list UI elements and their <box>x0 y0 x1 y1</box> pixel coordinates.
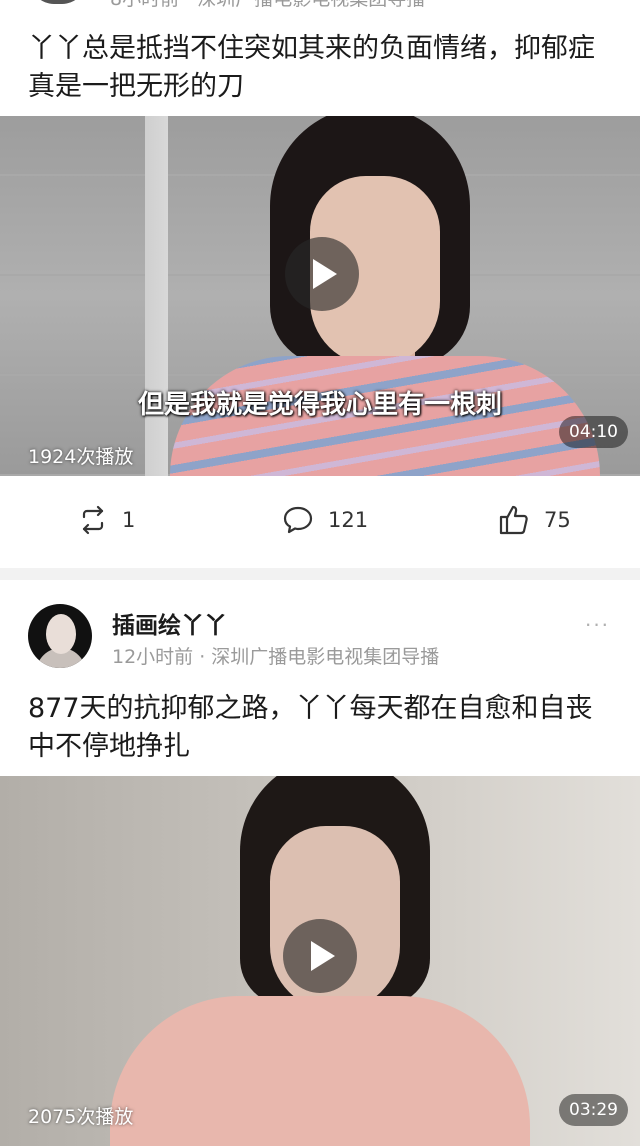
like-count: 75 <box>544 508 571 532</box>
post-meta: 12小时前 · 深圳广播电影电视集团导播 <box>112 646 440 668</box>
video-player[interactable]: 但是我就是觉得我心里有一根刺 1924次播放 04:10 <box>0 116 640 476</box>
post-card: 8小时前 · 深圳广播电影电视集团导播 丫丫总是抵挡不住突如其来的负面情绪，抑郁… <box>0 0 640 568</box>
repost-count: 1 <box>122 508 136 532</box>
author-row: 插画绘丫丫 12小时前 · 深圳广播电影电视集团导播 ··· <box>0 604 640 674</box>
comment-icon <box>283 506 313 534</box>
repost-icon <box>82 505 104 535</box>
action-bar: 1 121 75 <box>0 490 640 550</box>
play-count: 2075次播放 <box>28 1106 134 1128</box>
feed: 8小时前 · 深圳广播电影电视集团导播 丫丫总是抵挡不住突如其来的负面情绪，抑郁… <box>0 0 640 1148</box>
video-duration: 04:10 <box>559 416 628 448</box>
play-button[interactable] <box>283 919 357 993</box>
comment-count: 121 <box>328 508 369 532</box>
like-button[interactable]: 75 <box>498 490 571 550</box>
author-avatar[interactable] <box>30 0 86 4</box>
thumbs-up-icon <box>499 505 528 535</box>
author-name[interactable]: 插画绘丫丫 <box>112 606 227 640</box>
post-title[interactable]: 877天的抗抑郁之路，丫丫每天都在自愈和自丧中不停地挣扎 <box>28 690 612 766</box>
post-title[interactable]: 丫丫总是抵挡不住突如其来的负面情绪，抑郁症真是一把无形的刀 <box>28 30 612 106</box>
more-options-button[interactable]: ··· <box>580 612 614 636</box>
play-button[interactable] <box>285 237 359 311</box>
video-subtitle: 但是我就是觉得我心里有一根刺 <box>137 390 502 420</box>
play-icon <box>311 941 335 971</box>
video-player[interactable]: 2075次播放 03:29 <box>0 776 640 1146</box>
author-avatar[interactable] <box>28 604 92 668</box>
video-duration: 03:29 <box>559 1094 628 1126</box>
comment-button[interactable]: 121 <box>282 490 368 550</box>
post-card: 插画绘丫丫 12小时前 · 深圳广播电影电视集团导播 ··· 877天的抗抑郁之… <box>0 580 640 1148</box>
repost-button[interactable]: 1 <box>78 490 135 550</box>
post-meta: 8小时前 · 深圳广播电影电视集团导播 <box>110 0 425 11</box>
play-count: 1924次播放 <box>28 446 134 468</box>
play-icon <box>313 259 337 289</box>
